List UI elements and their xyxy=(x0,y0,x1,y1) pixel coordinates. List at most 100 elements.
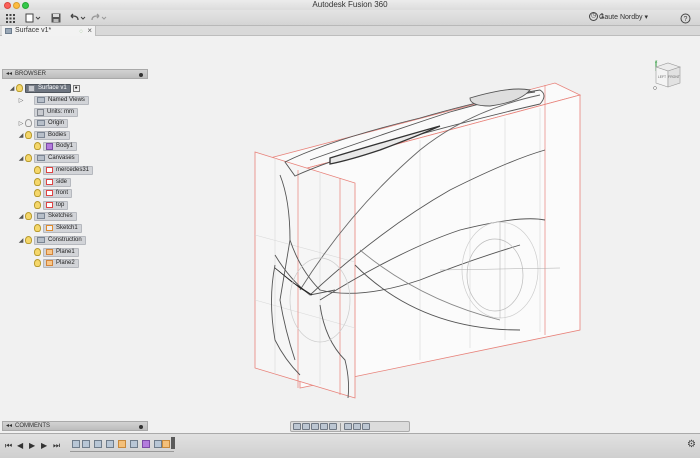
tree-sketches[interactable]: ◢ Sketches xyxy=(17,211,77,221)
collapse-triangle-icon[interactable]: ◢ xyxy=(17,213,25,220)
tree-sketch1[interactable]: Sketch1 xyxy=(34,223,82,233)
tree-canvas-front[interactable]: front xyxy=(34,188,73,198)
visibility-bulb-icon[interactable] xyxy=(16,84,23,92)
tree-node-plane2[interactable]: Plane2 xyxy=(43,258,79,268)
close-tab-button[interactable]: × xyxy=(87,26,92,36)
activate-dropdown-icon[interactable]: ● xyxy=(72,84,80,92)
visibility-bulb-icon[interactable] xyxy=(25,212,32,220)
app-grid-icon[interactable] xyxy=(4,12,16,24)
timeline-feature[interactable] xyxy=(94,440,102,448)
tree-node-origin[interactable]: Origin xyxy=(34,118,69,128)
zoom-icon[interactable] xyxy=(320,423,328,430)
tree-body1[interactable]: Body1 xyxy=(34,141,78,151)
redo-icon[interactable] xyxy=(90,12,110,24)
tree-plane1[interactable]: Plane1 xyxy=(34,247,79,257)
tree-named-views[interactable]: ▷ Named Views xyxy=(17,95,89,105)
collapse-triangle-icon[interactable]: ◢ xyxy=(17,132,25,139)
tree-node-bodies[interactable]: Bodies xyxy=(34,130,71,140)
pan-icon[interactable] xyxy=(311,423,319,430)
timeline-feature[interactable] xyxy=(154,440,162,448)
browser-panel-header[interactable]: ◂◂ BROWSER xyxy=(2,69,148,79)
collapse-triangle-icon[interactable]: ◢ xyxy=(8,85,16,92)
visibility-bulb-icon[interactable] xyxy=(25,131,32,139)
tree-node-named-views[interactable]: Named Views xyxy=(34,95,89,105)
go-to-start-icon[interactable]: ⏮ xyxy=(5,441,12,451)
tab-surface-v1[interactable]: Surface v1* ◌ × xyxy=(2,26,96,36)
tree-node-body1[interactable]: Body1 xyxy=(43,141,78,151)
visibility-bulb-icon[interactable] xyxy=(34,178,41,186)
expand-triangle-icon[interactable]: ▷ xyxy=(17,97,25,104)
viewcube-face-front[interactable]: FRONT xyxy=(668,75,680,79)
help-icon[interactable]: ? xyxy=(678,12,692,24)
timeline-feature[interactable] xyxy=(106,440,114,448)
visibility-bulb-icon[interactable] xyxy=(34,166,41,174)
expand-triangle-icon[interactable]: ▷ xyxy=(17,120,25,127)
visibility-bulb-icon[interactable] xyxy=(34,142,41,150)
tree-node-units[interactable]: Units: mm xyxy=(34,107,78,117)
viewports-icon[interactable] xyxy=(362,423,370,430)
home-icon[interactable] xyxy=(653,86,657,90)
tree-node-canvas[interactable]: top xyxy=(43,200,69,210)
timeline-feature[interactable] xyxy=(162,440,170,448)
tree-construction[interactable]: ◢ Construction xyxy=(17,235,86,245)
viewcube-face-left[interactable]: LEFT xyxy=(658,75,666,79)
play-icon[interactable]: ▶ xyxy=(29,441,35,450)
panel-pin-icon[interactable] xyxy=(139,73,143,77)
timeline-feature[interactable] xyxy=(130,440,138,448)
visibility-bulb-icon[interactable] xyxy=(34,201,41,209)
tree-node-plane1[interactable]: Plane1 xyxy=(43,247,79,257)
step-forward-icon[interactable]: ▶ xyxy=(41,441,47,450)
gear-icon[interactable]: ⚙ xyxy=(687,439,696,450)
visibility-bulb-icon[interactable] xyxy=(34,259,41,267)
save-icon[interactable] xyxy=(50,12,62,24)
tree-node-construction[interactable]: Construction xyxy=(34,235,86,245)
maximize-window-button[interactable] xyxy=(22,2,29,9)
panel-pin-icon[interactable] xyxy=(139,425,143,429)
close-window-button[interactable] xyxy=(4,2,11,9)
user-menu[interactable]: Gaute Nordby ▾ xyxy=(599,13,648,21)
tree-node-canvases[interactable]: Canvases xyxy=(34,153,79,163)
undo-icon[interactable] xyxy=(68,12,88,24)
tree-node-canvas[interactable]: side xyxy=(43,177,72,187)
timeline-feature[interactable] xyxy=(118,440,126,448)
visibility-bulb-icon[interactable] xyxy=(34,248,41,256)
tree-units[interactable]: Units: mm xyxy=(17,107,78,117)
tree-root[interactable]: ◢ Surface v1 ● xyxy=(8,83,80,93)
tree-canvas-side[interactable]: side xyxy=(34,177,72,187)
tree-bodies[interactable]: ◢ Bodies xyxy=(17,130,71,140)
tree-canvas-top[interactable]: top xyxy=(34,200,69,210)
visibility-bulb-icon[interactable] xyxy=(34,224,41,232)
tree-origin[interactable]: ▷ Origin xyxy=(17,118,69,128)
visibility-bulb-icon[interactable] xyxy=(25,154,32,162)
file-menu-button[interactable] xyxy=(24,12,42,24)
display-settings-icon[interactable] xyxy=(344,423,352,430)
collapse-triangle-icon[interactable]: ◢ xyxy=(17,237,25,244)
timeline-feature[interactable] xyxy=(82,440,90,448)
visibility-bulb-icon[interactable] xyxy=(25,236,32,244)
tree-canvas-mercedes31[interactable]: mercedes31 xyxy=(34,165,94,175)
orbit-icon[interactable] xyxy=(293,423,301,430)
viewcube[interactable]: Z LEFT FRONT xyxy=(652,59,684,91)
visibility-bulb-off-icon[interactable] xyxy=(25,119,32,127)
timeline-marker[interactable] xyxy=(171,437,175,449)
step-back-icon[interactable]: ◀ xyxy=(17,441,23,450)
minimize-window-button[interactable] xyxy=(13,2,20,9)
visibility-bulb-icon[interactable] xyxy=(34,189,41,197)
tree-node-canvas[interactable]: front xyxy=(43,188,73,198)
tree-node-sketches[interactable]: Sketches xyxy=(34,211,77,221)
viewport-canvas[interactable] xyxy=(0,37,700,421)
look-at-icon[interactable] xyxy=(302,423,310,430)
go-to-end-icon[interactable]: ⏭ xyxy=(53,441,60,451)
collapse-triangle-icon[interactable]: ◢ xyxy=(17,155,25,162)
tree-plane2[interactable]: Plane2 xyxy=(34,258,79,268)
comments-panel-header[interactable]: ◂◂ COMMENTS xyxy=(2,421,148,431)
grid-settings-icon[interactable] xyxy=(353,423,361,430)
fit-icon[interactable] xyxy=(329,423,337,430)
tree-canvases[interactable]: ◢ Canvases xyxy=(17,153,79,163)
expand-panel-icon[interactable]: ◂◂ xyxy=(6,422,12,431)
tree-node-root[interactable]: Surface v1 xyxy=(25,83,71,93)
timeline-feature[interactable] xyxy=(142,440,150,448)
tree-node-canvas[interactable]: mercedes31 xyxy=(43,165,94,175)
tree-node-sketch1[interactable]: Sketch1 xyxy=(43,223,82,233)
collapse-panel-icon[interactable]: ◂◂ xyxy=(6,70,12,79)
